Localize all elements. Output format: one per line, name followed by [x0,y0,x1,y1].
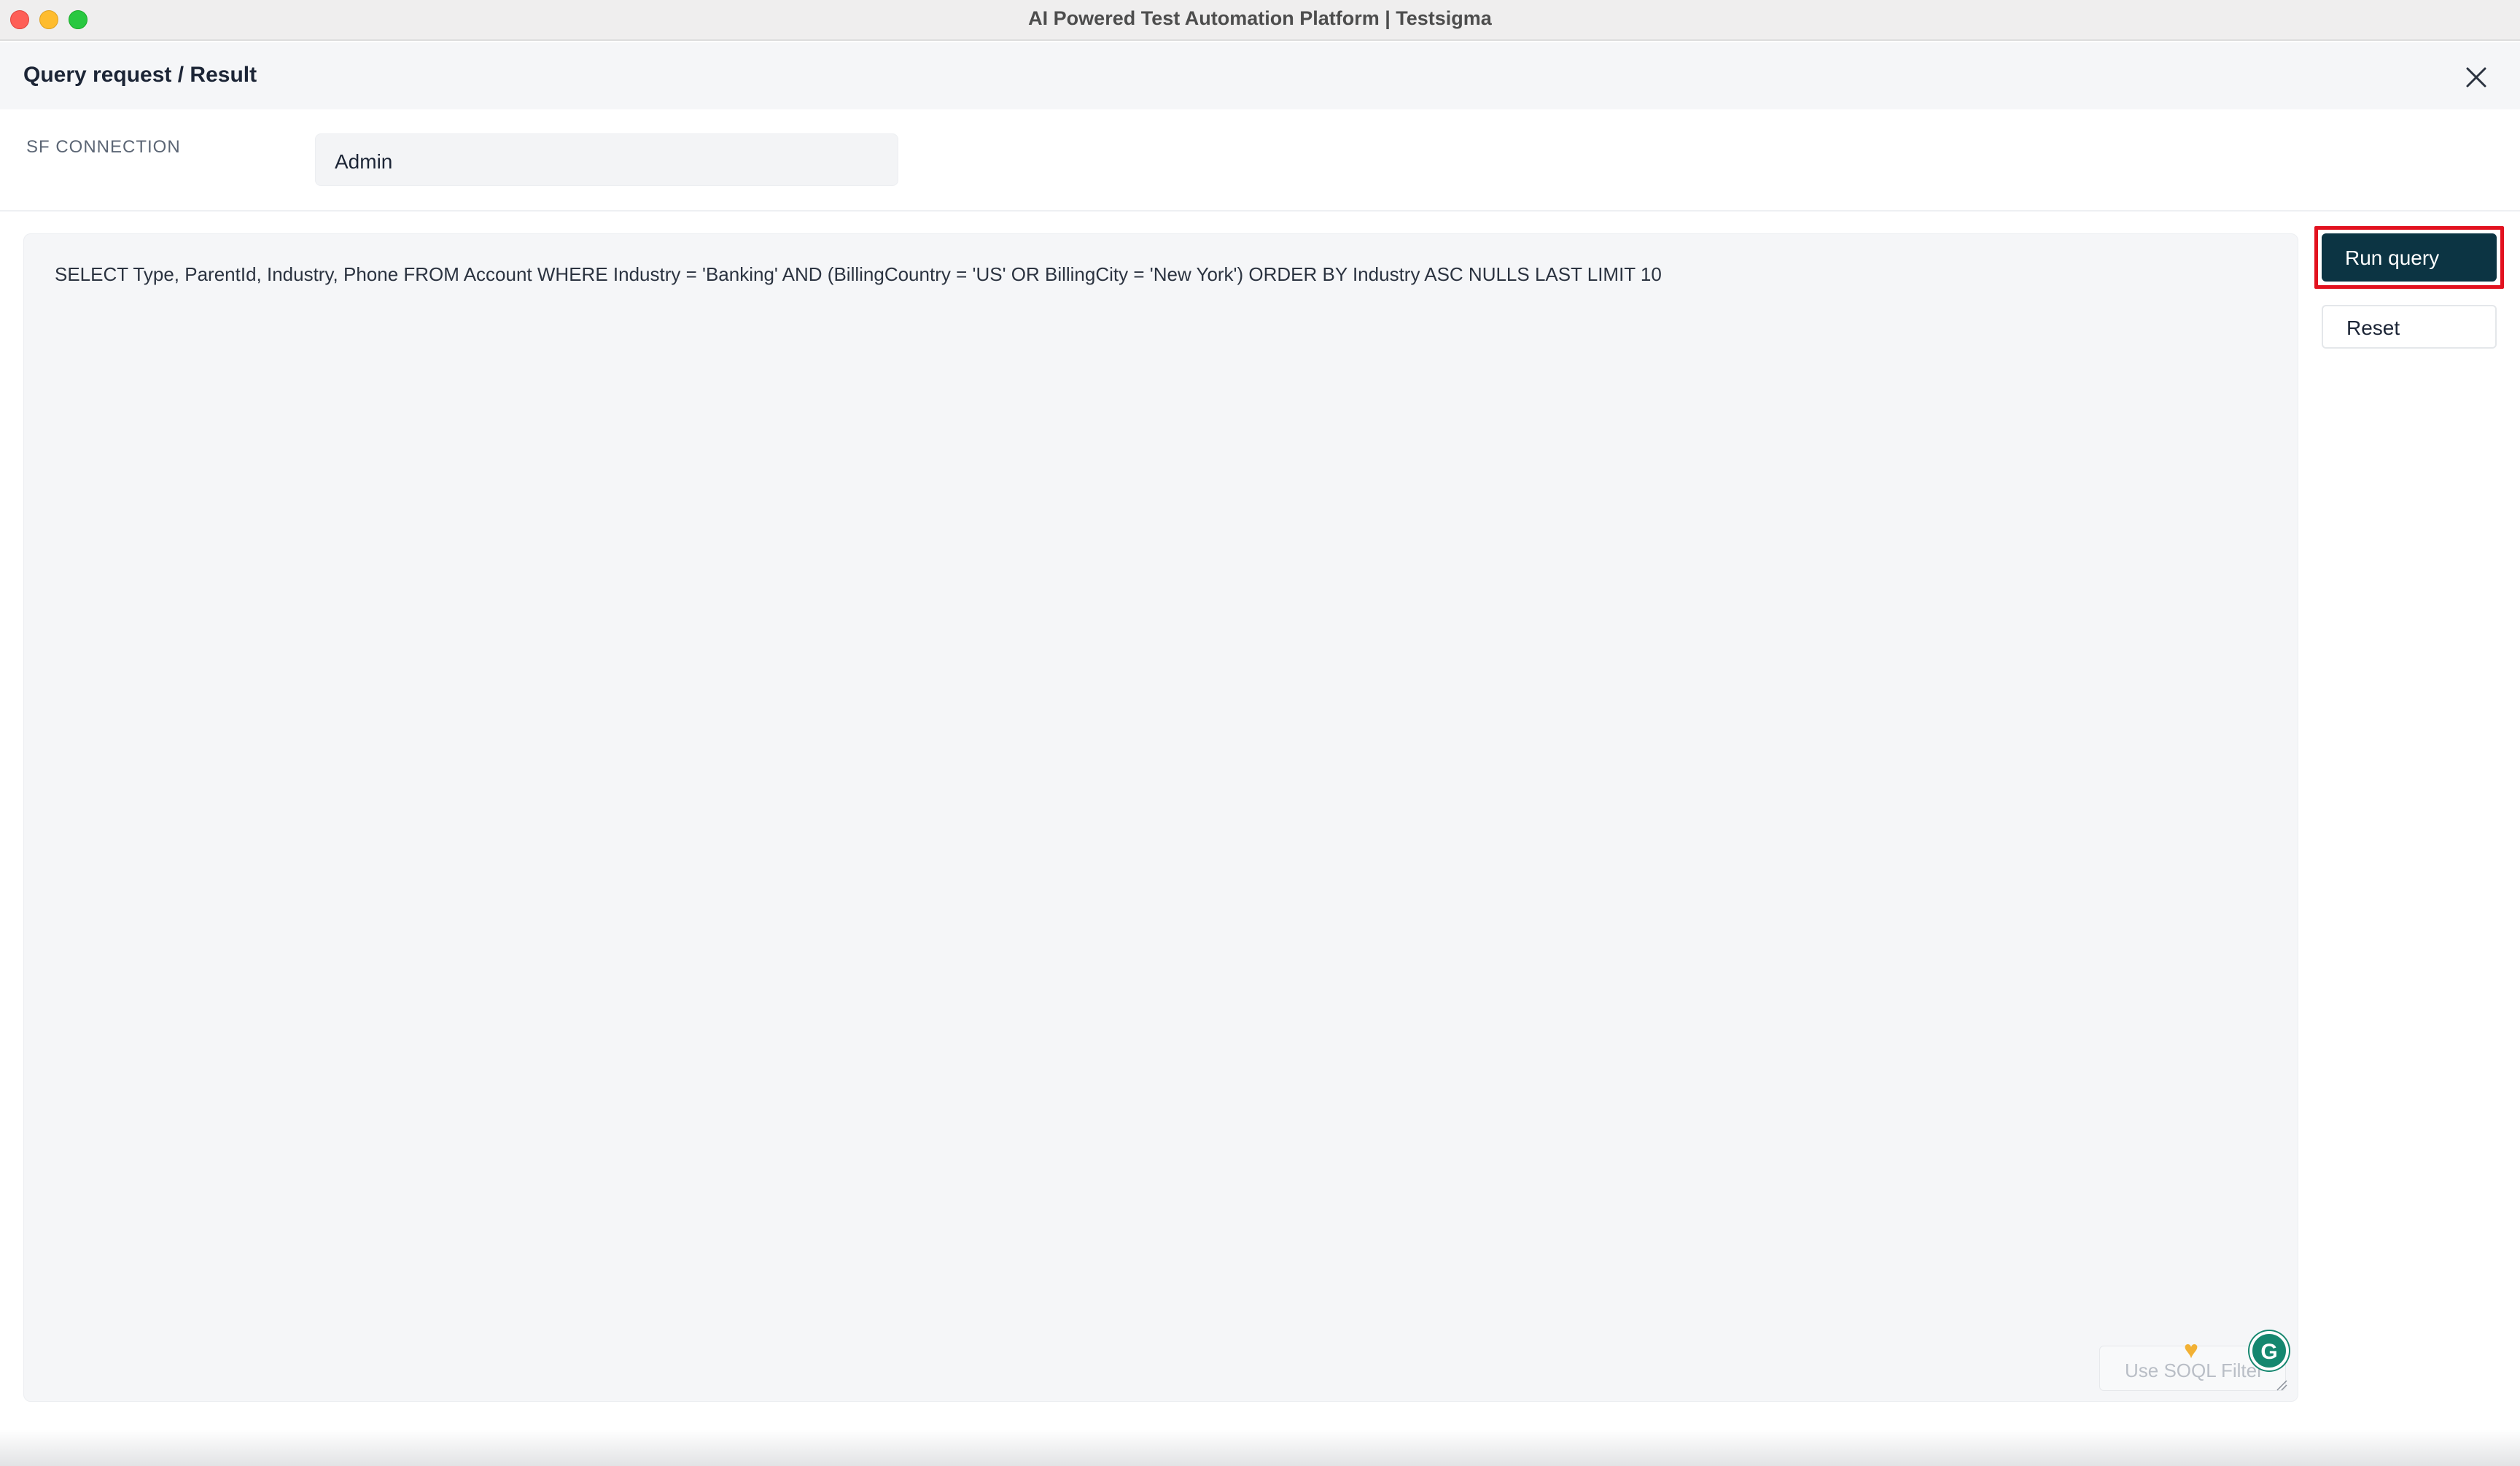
close-dialog-button[interactable] [2462,63,2491,92]
handshake-icon[interactable]: ♥ [2184,1336,2198,1365]
dialog-header: Query request / Result [0,42,2520,109]
app-window: AI Powered Test Automation Platform | Te… [0,0,2520,1466]
query-editor[interactable]: SELECT Type, ParentId, Industry, Phone F… [23,233,2298,1402]
title-bar: AI Powered Test Automation Platform | Te… [0,0,2520,41]
resize-grip-icon[interactable] [2276,1379,2287,1391]
bottom-shadow [0,1430,2520,1466]
run-query-button[interactable]: Run query [2322,233,2497,282]
connection-label: SF CONNECTION [26,137,181,157]
grammarly-icon[interactable]: G [2249,1331,2289,1370]
reset-button[interactable]: Reset [2322,305,2497,349]
close-icon [2466,67,2486,88]
connection-row: SF CONNECTION Admin [0,109,2520,212]
window-title: AI Powered Test Automation Platform | Te… [1028,7,1492,29]
grammarly-letter: G [2260,1340,2278,1364]
dialog-title: Query request / Result [23,63,257,87]
query-text[interactable]: SELECT Type, ParentId, Industry, Phone F… [55,263,2268,286]
connection-select[interactable]: Admin [315,133,898,186]
